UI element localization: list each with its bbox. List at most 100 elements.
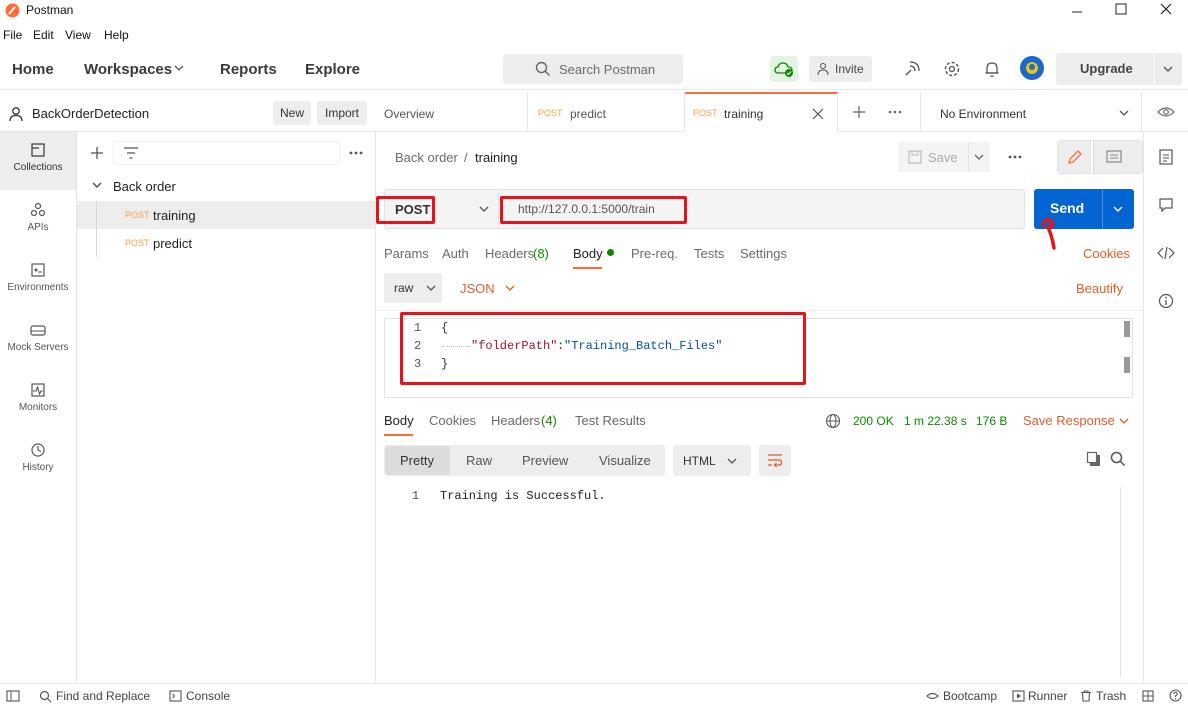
tab-overview[interactable]: Overview [376, 92, 528, 132]
response-scroll-track[interactable] [1120, 487, 1121, 677]
save-response-button[interactable]: Save Response [1023, 413, 1115, 428]
info-icon[interactable] [1158, 293, 1174, 309]
sync-status-icon[interactable] [770, 56, 798, 82]
edit-mode-button[interactable] [1058, 141, 1091, 173]
documentation-icon[interactable] [1159, 149, 1173, 165]
import-button[interactable]: Import [317, 101, 367, 125]
tab-auth[interactable]: Auth [442, 246, 469, 261]
response-tab-headers[interactable]: Headers [491, 413, 540, 428]
comments-icon[interactable] [1158, 197, 1174, 213]
menu-help[interactable]: Help [104, 28, 129, 42]
trash-button[interactable]: Trash [1096, 689, 1126, 703]
view-pretty-button[interactable]: Pretty [385, 446, 450, 475]
view-visualize-button[interactable]: Visualize [599, 453, 651, 468]
maximize-icon[interactable] [1115, 3, 1127, 15]
scrollbar-thumb[interactable] [1124, 321, 1130, 337]
menu-view[interactable]: View [65, 28, 91, 42]
eye-icon[interactable] [1157, 106, 1175, 118]
upgrade-dropdown-button[interactable] [1155, 53, 1182, 85]
search-box[interactable]: Search Postman [503, 54, 683, 84]
tab-body[interactable]: Body [573, 246, 603, 261]
tab-tests[interactable]: Tests [694, 246, 724, 261]
collection-filter-input[interactable] [113, 141, 340, 165]
response-text[interactable]: Training is Successful. [440, 489, 606, 503]
add-collection-icon[interactable] [90, 146, 104, 160]
response-size[interactable]: 176 B [976, 414, 1007, 428]
settings-gear-icon[interactable] [943, 60, 961, 78]
body-mode-select[interactable]: raw [384, 273, 442, 303]
comment-mode-button[interactable] [1093, 141, 1142, 173]
menu-file[interactable]: File [3, 28, 22, 42]
nav-explore[interactable]: Explore [305, 61, 360, 78]
chevron-down-icon[interactable] [174, 65, 184, 73]
wrap-lines-button[interactable] [759, 445, 791, 476]
console-button[interactable]: Console [186, 689, 230, 703]
close-tab-icon[interactable] [812, 108, 824, 120]
tab-settings[interactable]: Settings [740, 246, 787, 261]
beautify-link[interactable]: Beautify [1076, 281, 1123, 296]
upgrade-button[interactable]: Upgrade [1056, 53, 1154, 85]
folder-name[interactable]: Back order [113, 179, 176, 194]
more-options-icon[interactable] [1007, 153, 1023, 161]
tree-item-training[interactable]: POST training [77, 201, 375, 229]
tab-options-icon[interactable] [887, 107, 903, 117]
tab-training[interactable]: POST training [685, 92, 838, 132]
rail-mock-servers[interactable]: Mock Servers [0, 312, 76, 366]
close-window-icon[interactable] [1160, 3, 1172, 15]
collection-tree: Back order POST training POST predict [77, 132, 376, 683]
body-lang-select[interactable]: JSON [460, 281, 495, 296]
view-raw-button[interactable]: Raw [466, 453, 492, 468]
menu-edit[interactable]: Edit [33, 28, 54, 42]
history-icon [31, 443, 45, 457]
layout-icon[interactable] [1142, 690, 1154, 702]
workspace-name[interactable]: BackOrderDetection [32, 106, 149, 121]
breadcrumb-current: training [475, 150, 518, 165]
status-badge[interactable]: 200 OK [853, 414, 894, 428]
scrollbar-thumb[interactable] [1124, 357, 1130, 373]
code-icon[interactable] [1157, 245, 1175, 261]
chevron-down-icon[interactable] [92, 182, 102, 190]
copy-icon[interactable] [1086, 451, 1102, 467]
view-preview-button[interactable]: Preview [522, 453, 568, 468]
minimize-icon[interactable] [1071, 4, 1083, 16]
nav-workspaces[interactable]: Workspaces [84, 61, 172, 78]
more-options-icon[interactable] [348, 146, 364, 160]
breadcrumb-parent[interactable]: Back order [395, 150, 458, 165]
cookies-link[interactable]: Cookies [1083, 246, 1130, 261]
tab-prereq[interactable]: Pre-req. [631, 246, 678, 261]
method-tag: POST [125, 238, 150, 248]
tab-params[interactable]: Params [384, 246, 429, 261]
invite-button[interactable]: Invite [809, 56, 872, 82]
rail-collections[interactable]: Collections [0, 132, 76, 190]
response-time[interactable]: 1 m 22.38 s [904, 414, 967, 428]
find-replace-button[interactable]: Find and Replace [56, 689, 150, 703]
environment-select[interactable]: No Environment [921, 92, 1141, 132]
notification-bell-icon[interactable] [983, 60, 1001, 78]
satellite-icon[interactable] [903, 60, 921, 78]
rail-apis[interactable]: APIs [0, 192, 76, 246]
avatar[interactable] [1019, 55, 1045, 81]
rail-label: History [22, 462, 54, 473]
chevron-down-icon[interactable] [1119, 418, 1129, 425]
save-button[interactable]: Save [898, 142, 990, 172]
tab-headers[interactable]: Headers [485, 246, 534, 261]
tab-predict[interactable]: POST predict [528, 92, 819, 132]
help-icon[interactable] [1169, 689, 1182, 702]
response-tab-tests[interactable]: Test Results [575, 413, 646, 428]
response-format-select[interactable]: HTML [673, 445, 751, 476]
tree-item-predict[interactable]: POST predict [77, 229, 375, 257]
search-icon[interactable] [1110, 451, 1126, 467]
rail-environments[interactable]: Environments [0, 252, 76, 306]
runner-button[interactable]: Runner [1028, 689, 1067, 703]
rail-monitors[interactable]: Monitors [0, 372, 76, 426]
nav-reports[interactable]: Reports [220, 61, 277, 78]
chevron-down-icon[interactable] [505, 285, 515, 292]
bootcamp-button[interactable]: Bootcamp [943, 689, 997, 703]
sidebar-toggle-icon[interactable] [6, 690, 20, 702]
response-tab-cookies[interactable]: Cookies [429, 413, 476, 428]
rail-history[interactable]: History [0, 432, 76, 486]
nav-home[interactable]: Home [12, 61, 54, 78]
new-tab-icon[interactable] [852, 105, 866, 119]
new-button[interactable]: New [273, 101, 311, 125]
response-tab-body[interactable]: Body [384, 413, 414, 428]
